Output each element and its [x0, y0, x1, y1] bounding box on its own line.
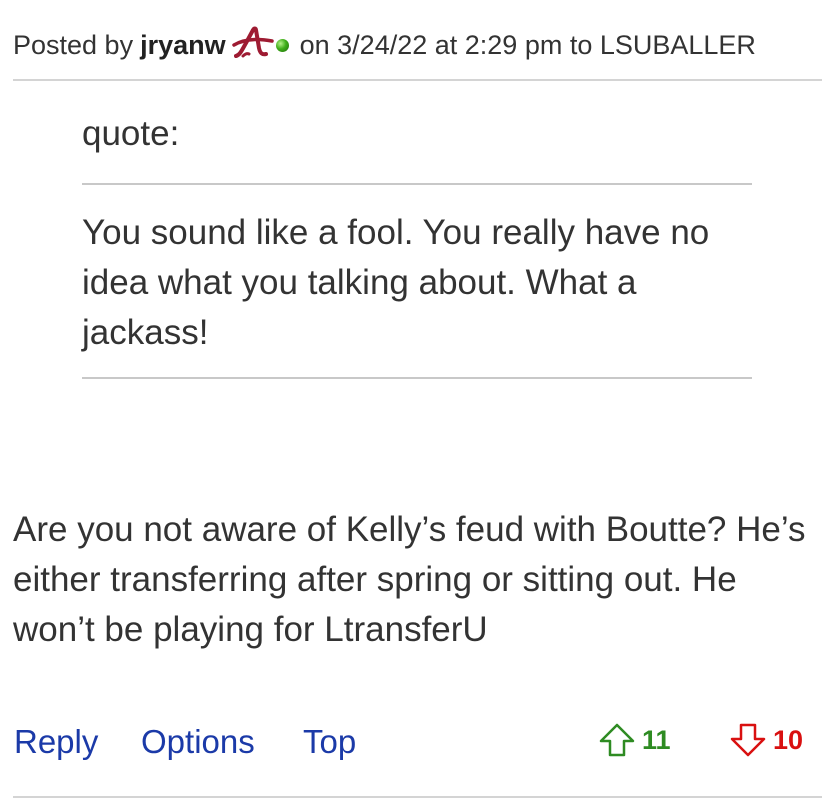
- options-link[interactable]: Options: [141, 720, 255, 764]
- post-meta: on 3/24/22 at 2:29 pm to LSUBALLER: [299, 30, 756, 60]
- downvote-count: 10: [773, 725, 804, 755]
- quoted-text: You sound like a fool. You really have n…: [82, 213, 710, 352]
- online-dot-icon: [275, 38, 289, 52]
- quote-label: quote:: [82, 114, 180, 153]
- footer-divider: [13, 796, 822, 798]
- alabama-script-a-icon: [231, 26, 274, 60]
- post-header: Posted by jryanw on 3/24/22 at 2:29 pm t…: [13, 26, 756, 62]
- posted-by-label: Posted by: [13, 30, 134, 60]
- top-link[interactable]: Top: [303, 720, 356, 764]
- thumb-up-arrow-icon: [598, 722, 636, 758]
- header-divider: [13, 79, 822, 81]
- upvote-count: 11: [642, 725, 671, 755]
- downvote-button[interactable]: 10: [729, 720, 803, 760]
- reply-link[interactable]: Reply: [14, 720, 98, 764]
- quote-bottom-divider: [82, 377, 752, 379]
- quote-top-divider: [82, 183, 752, 185]
- post-body: Are you not aware of Kelly’s feud with B…: [13, 510, 806, 649]
- upvote-button[interactable]: 11: [598, 720, 671, 760]
- username-link[interactable]: jryanw: [140, 28, 226, 62]
- thumb-down-arrow-icon: [729, 722, 767, 758]
- forum-post: Posted by jryanw on 3/24/22 at 2:29 pm t…: [0, 0, 836, 800]
